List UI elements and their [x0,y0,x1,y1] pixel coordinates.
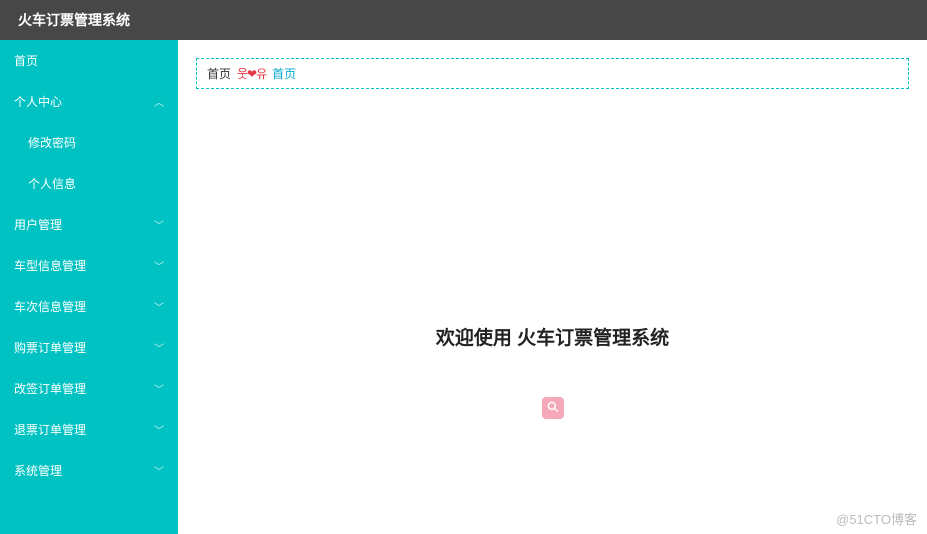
sidebar-subitem-personal-info[interactable]: 个人信息 [0,163,178,204]
breadcrumb-separator-icon: 웃❤유 [237,65,266,82]
app-header: 火车订票管理系统 [0,0,927,40]
zoom-button[interactable] [542,397,564,419]
chevron-down-icon: ﹀ [154,463,164,478]
sidebar-item-change-order-mgmt[interactable]: 改签订单管理 ﹀ [0,368,178,409]
sidebar-item-cartype-mgmt[interactable]: 车型信息管理 ﹀ [0,245,178,286]
breadcrumb-link[interactable]: 首页 [272,65,296,82]
sidebar-item-label: 车次信息管理 [14,298,86,315]
welcome-message: 欢迎使用 火车订票管理系统 [178,323,927,350]
breadcrumb-home: 首页 [207,65,231,82]
sidebar-item-personal-center[interactable]: 个人中心 ︿ [0,81,178,122]
sidebar-item-label: 系统管理 [14,462,62,479]
sidebar-item-label: 首页 [14,52,38,69]
sidebar-subitem-label: 修改密码 [28,136,76,150]
chevron-down-icon: ﹀ [154,340,164,355]
chevron-down-icon: ﹀ [154,217,164,232]
chevron-down-icon: ﹀ [154,258,164,273]
chevron-up-icon: ︿ [154,94,164,109]
sidebar-item-label: 个人中心 [14,93,62,110]
sidebar-item-label: 退票订单管理 [14,421,86,438]
breadcrumb: 首页 웃❤유 首页 [196,58,909,89]
chevron-down-icon: ﹀ [154,381,164,396]
sidebar-subitem-change-password[interactable]: 修改密码 [0,122,178,163]
sidebar-item-trainno-mgmt[interactable]: 车次信息管理 ﹀ [0,286,178,327]
sidebar-item-label: 车型信息管理 [14,257,86,274]
main-container: 首页 个人中心 ︿ 修改密码 个人信息 用户管理 ﹀ 车型信息管理 ﹀ 车次信息… [0,40,927,534]
sidebar-item-user-mgmt[interactable]: 用户管理 ﹀ [0,204,178,245]
watermark: @51CTO博客 [836,509,917,528]
sidebar-item-label: 用户管理 [14,216,62,233]
sidebar-item-system-mgmt[interactable]: 系统管理 ﹀ [0,450,178,491]
chevron-down-icon: ﹀ [154,299,164,314]
sidebar-item-refund-order-mgmt[interactable]: 退票订单管理 ﹀ [0,409,178,450]
sidebar-item-ticket-order-mgmt[interactable]: 购票订单管理 ﹀ [0,327,178,368]
sidebar-item-home[interactable]: 首页 [0,40,178,81]
sidebar: 首页 个人中心 ︿ 修改密码 个人信息 用户管理 ﹀ 车型信息管理 ﹀ 车次信息… [0,40,178,534]
sidebar-subitem-label: 个人信息 [28,177,76,191]
app-title: 火车订票管理系统 [18,10,130,30]
magnifier-icon [546,400,560,417]
chevron-down-icon: ﹀ [154,422,164,437]
sidebar-item-label: 购票订单管理 [14,339,86,356]
main-content: 首页 웃❤유 首页 欢迎使用 火车订票管理系统 @51CTO博客 [178,40,927,534]
sidebar-item-label: 改签订单管理 [14,380,86,397]
